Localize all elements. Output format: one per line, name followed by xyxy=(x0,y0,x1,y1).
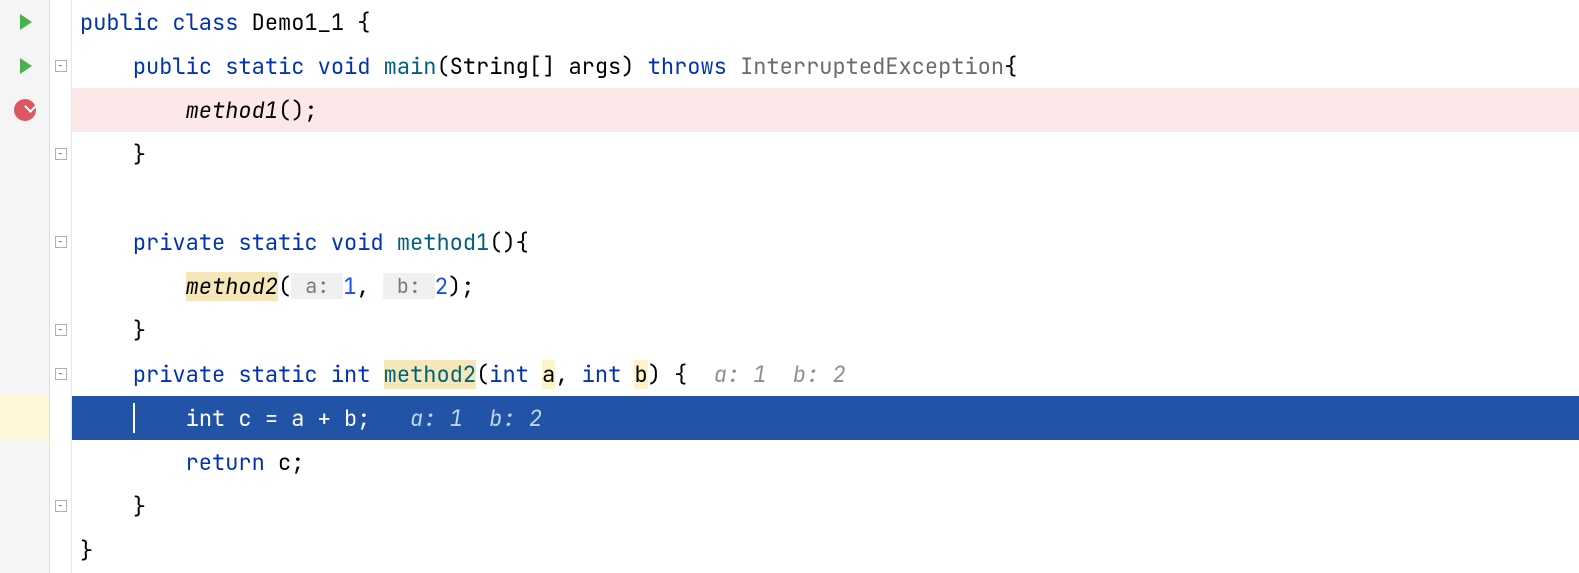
fold-row[interactable] xyxy=(50,440,71,484)
code-line[interactable]: private static void method1(){ xyxy=(72,220,1579,264)
gutter-row-execution[interactable] xyxy=(0,396,49,440)
method-name: method1 xyxy=(397,228,489,257)
run-icon[interactable] xyxy=(20,58,32,74)
keyword: int xyxy=(489,360,529,389)
debug-inline-value: a: 1 b: 2 xyxy=(370,404,542,433)
fold-collapse-icon[interactable] xyxy=(55,368,67,380)
keyword: class xyxy=(172,8,238,37)
gutter-row[interactable] xyxy=(0,176,49,220)
gutter-row[interactable] xyxy=(0,44,49,88)
fold-row[interactable] xyxy=(50,0,71,44)
gutter-row[interactable] xyxy=(0,352,49,396)
gutter-row[interactable] xyxy=(0,308,49,352)
keyword: throws xyxy=(648,52,727,81)
gutter-row[interactable] xyxy=(0,264,49,308)
fold-gutter xyxy=(50,0,72,573)
keyword: int xyxy=(331,360,371,389)
keyword: int xyxy=(186,404,226,433)
keyword: public xyxy=(133,52,212,81)
gutter-row[interactable] xyxy=(0,484,49,528)
fold-row[interactable] xyxy=(50,396,71,440)
gutter-row[interactable] xyxy=(0,440,49,484)
parameter-hint: a: xyxy=(291,273,343,299)
fold-collapse-icon[interactable] xyxy=(55,324,67,336)
code-line[interactable]: public class Demo1_1 { xyxy=(72,0,1579,44)
fold-row[interactable] xyxy=(50,132,71,176)
fold-collapse-icon[interactable] xyxy=(55,236,67,248)
keyword: static xyxy=(238,360,317,389)
keyword: int xyxy=(582,360,622,389)
code-line[interactable]: } xyxy=(72,528,1579,572)
code-line-empty[interactable] xyxy=(72,176,1579,220)
code-line[interactable]: return c; xyxy=(72,440,1579,484)
icon-gutter xyxy=(0,0,50,573)
method-name: main xyxy=(384,52,437,81)
keyword: private xyxy=(133,360,225,389)
keyword: public xyxy=(80,8,159,37)
parameter-highlighted: a xyxy=(542,360,555,389)
keyword: private xyxy=(133,228,225,257)
code-line-execution-point[interactable]: int c = a + b; a: 1 b: 2 xyxy=(72,396,1579,440)
number-literal: 1 xyxy=(343,272,356,301)
code-line[interactable]: } xyxy=(72,308,1579,352)
gutter-row[interactable] xyxy=(0,220,49,264)
gutter-row[interactable] xyxy=(0,0,49,44)
keyword: void xyxy=(318,52,371,81)
fold-row[interactable] xyxy=(50,88,71,132)
parameter-hint: b: xyxy=(383,273,435,299)
gutter-row[interactable] xyxy=(0,88,49,132)
method-name-highlighted: method2 xyxy=(384,360,476,389)
gutter-row[interactable] xyxy=(0,528,49,572)
fold-row[interactable] xyxy=(50,220,71,264)
code-editor[interactable]: public class Demo1_1 { public static voi… xyxy=(72,0,1579,573)
fold-row[interactable] xyxy=(50,176,71,220)
code-line[interactable]: } xyxy=(72,132,1579,176)
method-call: method1 xyxy=(186,96,278,125)
code-line[interactable]: } xyxy=(72,484,1579,528)
number-literal: 2 xyxy=(435,272,448,301)
debug-inline-value: a: 1 b: 2 xyxy=(687,360,845,389)
fold-row[interactable] xyxy=(50,44,71,88)
code-line[interactable]: private static int method2(int a, int b)… xyxy=(72,352,1579,396)
fold-collapse-icon[interactable] xyxy=(55,148,67,160)
keyword: static xyxy=(225,52,304,81)
parameter-highlighted: b xyxy=(634,360,647,389)
class-name: Demo1_1 xyxy=(252,8,344,37)
fold-collapse-icon[interactable] xyxy=(55,500,67,512)
method-call-highlighted: method2 xyxy=(186,272,278,301)
code-line[interactable]: public static void main(String[] args) t… xyxy=(72,44,1579,88)
keyword: static xyxy=(238,228,317,257)
fold-row[interactable] xyxy=(50,352,71,396)
code-line[interactable]: method2( a: 1, b: 2); xyxy=(72,264,1579,308)
fold-row[interactable] xyxy=(50,484,71,528)
run-icon[interactable] xyxy=(20,14,32,30)
fold-row[interactable] xyxy=(50,308,71,352)
keyword: void xyxy=(331,228,384,257)
fold-row[interactable] xyxy=(50,264,71,308)
fold-row[interactable] xyxy=(50,528,71,572)
breakpoint-verified-icon[interactable] xyxy=(14,99,36,121)
fold-collapse-icon[interactable] xyxy=(55,60,67,72)
keyword: return xyxy=(186,448,265,477)
exception-type: InterruptedException xyxy=(740,52,1004,81)
gutter-row[interactable] xyxy=(0,132,49,176)
code-line-breakpoint[interactable]: method1(); xyxy=(72,88,1579,132)
